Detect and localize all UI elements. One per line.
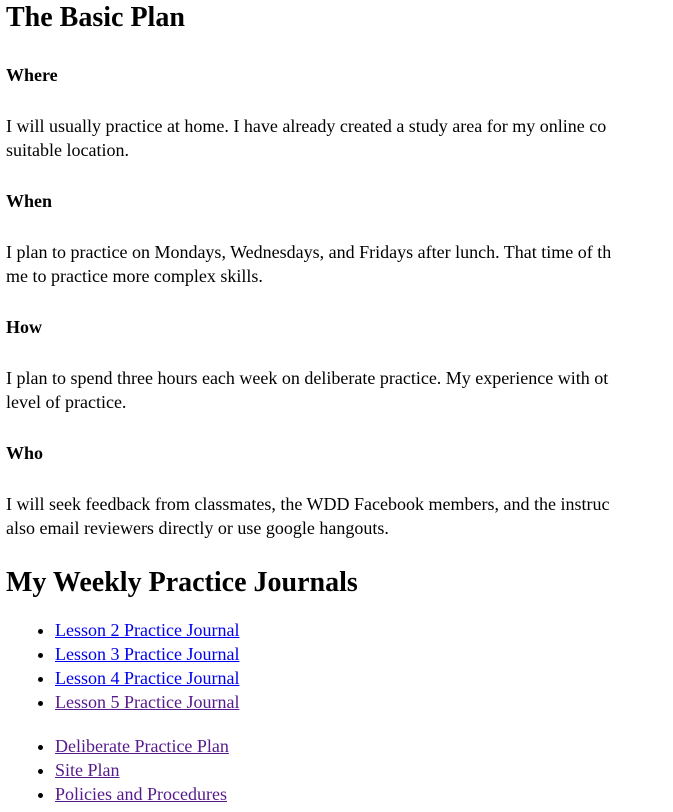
journal-link-lesson-4[interactable]: Lesson 4 Practice Journal xyxy=(55,668,239,688)
section-paragraph-who: I will seek feedback from classmates, th… xyxy=(6,492,673,540)
journals-list: Lesson 2 Practice Journal Lesson 3 Pract… xyxy=(6,618,673,714)
paragraph-line: I plan to spend three hours each week on… xyxy=(6,368,609,388)
link-deliberate-practice-plan[interactable]: Deliberate Practice Plan xyxy=(55,736,229,756)
section-heading-where: Where xyxy=(6,65,58,85)
page-content: The Basic Plan Where I will usually prac… xyxy=(0,1,673,806)
link-policies-and-procedures[interactable]: Policies and Procedures xyxy=(55,784,227,804)
journal-link-lesson-2[interactable]: Lesson 2 Practice Journal xyxy=(55,620,239,640)
site-links-list: Deliberate Practice Plan Site Plan Polic… xyxy=(6,734,673,806)
section-paragraph-how: I plan to spend three hours each week on… xyxy=(6,366,673,414)
journal-link-lesson-5[interactable]: Lesson 5 Practice Journal xyxy=(55,692,239,712)
paragraph-line: suitable location. xyxy=(6,140,129,160)
section-paragraph-where: I will usually practice at home. I have … xyxy=(6,114,673,162)
paragraph-line: me to practice more complex skills. xyxy=(6,266,263,286)
paragraph-line: also email reviewers directly or use goo… xyxy=(6,518,389,538)
section-paragraph-when: I plan to practice on Mondays, Wednesday… xyxy=(6,240,673,288)
paragraph-line: level of practice. xyxy=(6,392,127,412)
list-item: Policies and Procedures xyxy=(55,782,673,806)
list-item: Lesson 2 Practice Journal xyxy=(55,618,673,642)
list-item: Site Plan xyxy=(55,758,673,782)
list-item: Lesson 4 Practice Journal xyxy=(55,666,673,690)
journals-heading: My Weekly Practice Journals xyxy=(6,567,358,598)
list-item: Lesson 5 Practice Journal xyxy=(55,690,673,714)
paragraph-line: I will seek feedback from classmates, th… xyxy=(6,494,610,514)
page-title: The Basic Plan xyxy=(6,2,185,33)
section-heading-how: How xyxy=(6,317,42,337)
link-site-plan[interactable]: Site Plan xyxy=(55,760,120,780)
section-heading-who: Who xyxy=(6,443,44,463)
list-item: Lesson 3 Practice Journal xyxy=(55,642,673,666)
paragraph-line: I will usually practice at home. I have … xyxy=(6,116,607,136)
section-heading-when: When xyxy=(6,191,53,211)
journal-link-lesson-3[interactable]: Lesson 3 Practice Journal xyxy=(55,644,239,664)
paragraph-line: I plan to practice on Mondays, Wednesday… xyxy=(6,242,612,262)
list-item: Deliberate Practice Plan xyxy=(55,734,673,758)
